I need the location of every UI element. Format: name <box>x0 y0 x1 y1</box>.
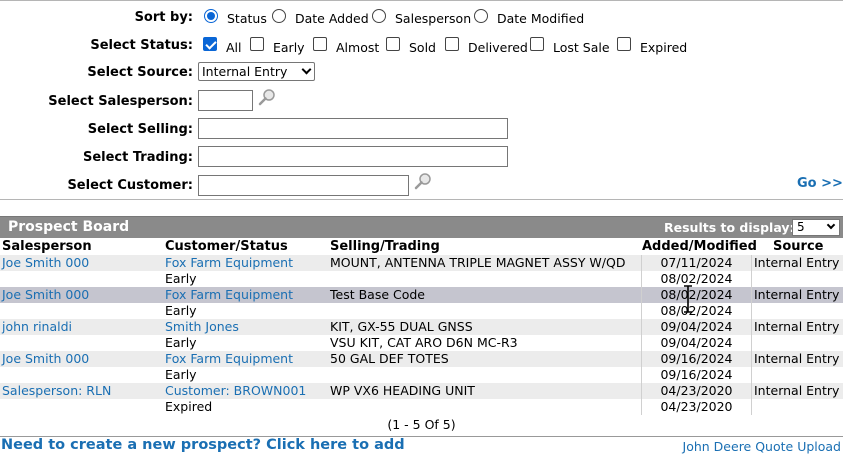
row-added: 09/16/2024 <box>660 351 733 366</box>
status-early-checkbox[interactable] <box>250 37 264 51</box>
row-added: 08/02/2024 <box>660 287 733 302</box>
col-selling-trading[interactable]: Selling/Trading <box>330 239 440 254</box>
row-customer[interactable]: Fox Farm Equipment <box>165 287 293 303</box>
sort-date-added-label: Date Added <box>295 11 369 26</box>
row-modified: 08/02/2024 <box>660 303 733 318</box>
results-to-display-value: 5 <box>797 220 805 234</box>
go-button[interactable]: Go >> <box>797 176 843 191</box>
chevron-down-icon <box>301 64 312 75</box>
source-label: Select Source: <box>87 65 193 80</box>
col-salesperson[interactable]: Salesperson <box>2 239 92 254</box>
row-modified: 08/02/2024 <box>660 271 733 286</box>
row-trading: VSU KIT, CAT ARO D6N MC-R3 <box>330 335 518 350</box>
results-to-display-select[interactable]: 5 <box>792 219 840 236</box>
row-customer[interactable]: Fox Farm Equipment <box>165 255 293 271</box>
trading-input[interactable] <box>198 146 508 167</box>
row-selling: KIT, GX-55 DUAL GNSS <box>330 319 473 334</box>
status-expired-label: Expired <box>640 40 688 55</box>
row-status: Early <box>165 303 197 318</box>
trading-label: Select Trading: <box>82 150 193 165</box>
status-lost-sale-checkbox[interactable] <box>530 37 544 51</box>
row-customer[interactable]: Customer: BROWN001 <box>165 383 306 399</box>
row-source: Internal Entry <box>754 383 840 398</box>
row-source: Internal Entry <box>754 351 840 366</box>
row-modified: 04/23/2020 <box>660 399 733 414</box>
table-row[interactable]: Joe Smith 000 Fox Farm Equipment Early M… <box>0 255 843 287</box>
row-modified: 09/04/2024 <box>660 335 733 350</box>
sort-salesperson-label: Salesperson <box>395 11 472 26</box>
row-salesperson[interactable]: Joe Smith 000 <box>2 351 89 367</box>
row-status: Early <box>165 367 197 382</box>
row-salesperson[interactable]: john rinaldi <box>2 319 72 335</box>
selling-label: Select Selling: <box>87 122 193 137</box>
row-selling: 50 GAL DEF TOTES <box>330 351 449 366</box>
row-status: Early <box>165 271 197 286</box>
status-sold-label: Sold <box>409 40 436 55</box>
row-salesperson[interactable]: Joe Smith 000 <box>2 255 89 271</box>
source-select[interactable]: Internal Entry <box>198 62 315 81</box>
pager: (1 - 5 Of 5) <box>387 417 456 432</box>
search-icon[interactable] <box>413 172 433 192</box>
row-salesperson[interactable]: Salesperson: RLN <box>2 383 111 399</box>
status-sold-checkbox[interactable] <box>386 37 400 51</box>
sort-by-label: Sort by: <box>134 10 193 25</box>
top-divider <box>0 0 843 1</box>
status-all-label: All <box>226 40 242 55</box>
sort-date-modified-label: Date Modified <box>497 11 585 26</box>
form-divider <box>0 199 843 200</box>
status-expired-checkbox[interactable] <box>617 37 631 51</box>
salesperson-label: Select Salesperson: <box>48 94 193 109</box>
salesperson-input[interactable] <box>198 90 253 111</box>
results-to-display-label: Results to display: <box>664 220 795 235</box>
source-select-value: Internal Entry <box>202 64 288 79</box>
status-delivered-checkbox[interactable] <box>445 37 459 51</box>
row-salesperson[interactable]: Joe Smith 000 <box>2 287 89 303</box>
row-added: 09/04/2024 <box>660 319 733 334</box>
row-selling: MOUNT, ANTENNA TRIPLE MAGNET ASSY W/QD <box>330 255 626 270</box>
row-selling: WP VX6 HEADING UNIT <box>330 383 475 398</box>
status-almost-checkbox[interactable] <box>313 37 327 51</box>
status-early-label: Early <box>273 40 305 55</box>
search-icon[interactable] <box>257 88 277 108</box>
row-source: Internal Entry <box>754 287 840 302</box>
sort-salesperson-radio[interactable] <box>372 9 386 23</box>
table-row[interactable]: Salesperson: RLN Customer: BROWN001 Expi… <box>0 383 843 415</box>
row-modified: 09/16/2024 <box>660 367 733 382</box>
col-customer-status[interactable]: Customer/Status <box>165 239 288 254</box>
customer-input[interactable] <box>198 175 409 196</box>
board-header: Prospect Board Results to display: 5 <box>0 217 843 238</box>
prospect-board: Prospect Board Results to display: 5 Sal… <box>0 216 843 438</box>
row-customer[interactable]: Smith Jones <box>165 319 239 335</box>
create-prospect-link[interactable]: Need to create a new prospect? Click her… <box>1 437 405 453</box>
row-source: Internal Entry <box>754 319 840 334</box>
row-status: Expired <box>165 399 213 414</box>
table-row[interactable]: Joe Smith 000 Fox Farm Equipment Early T… <box>0 287 843 319</box>
status-almost-label: Almost <box>336 40 380 55</box>
row-added: 07/11/2024 <box>660 255 733 270</box>
status-lost-sale-label: Lost Sale <box>553 40 610 55</box>
chevron-down-icon <box>826 220 836 230</box>
status-all-checkbox[interactable] <box>203 37 217 51</box>
row-selling: Test Base Code <box>330 287 426 302</box>
col-source[interactable]: Source <box>773 239 823 254</box>
text-cursor-icon <box>684 285 692 313</box>
sort-date-modified-radio[interactable] <box>474 9 488 23</box>
col-added-modified[interactable]: Added/Modified <box>642 239 757 254</box>
status-delivered-label: Delivered <box>468 40 528 55</box>
table-row[interactable]: john rinaldi Smith Jones Early KIT, GX-5… <box>0 319 843 351</box>
row-status: Early <box>165 335 197 350</box>
row-added: 04/23/2020 <box>660 383 733 398</box>
selling-input[interactable] <box>198 118 508 139</box>
customer-label: Select Customer: <box>67 178 193 193</box>
table-row[interactable]: Joe Smith 000 Fox Farm Equipment Early 5… <box>0 351 843 383</box>
status-label: Select Status: <box>90 38 193 53</box>
sort-date-added-radio[interactable] <box>272 9 286 23</box>
row-source: Internal Entry <box>754 255 840 270</box>
sort-status-radio[interactable] <box>204 9 218 23</box>
row-customer[interactable]: Fox Farm Equipment <box>165 351 293 367</box>
board-title: Prospect Board <box>8 219 130 235</box>
sort-status-label: Status <box>227 11 267 26</box>
